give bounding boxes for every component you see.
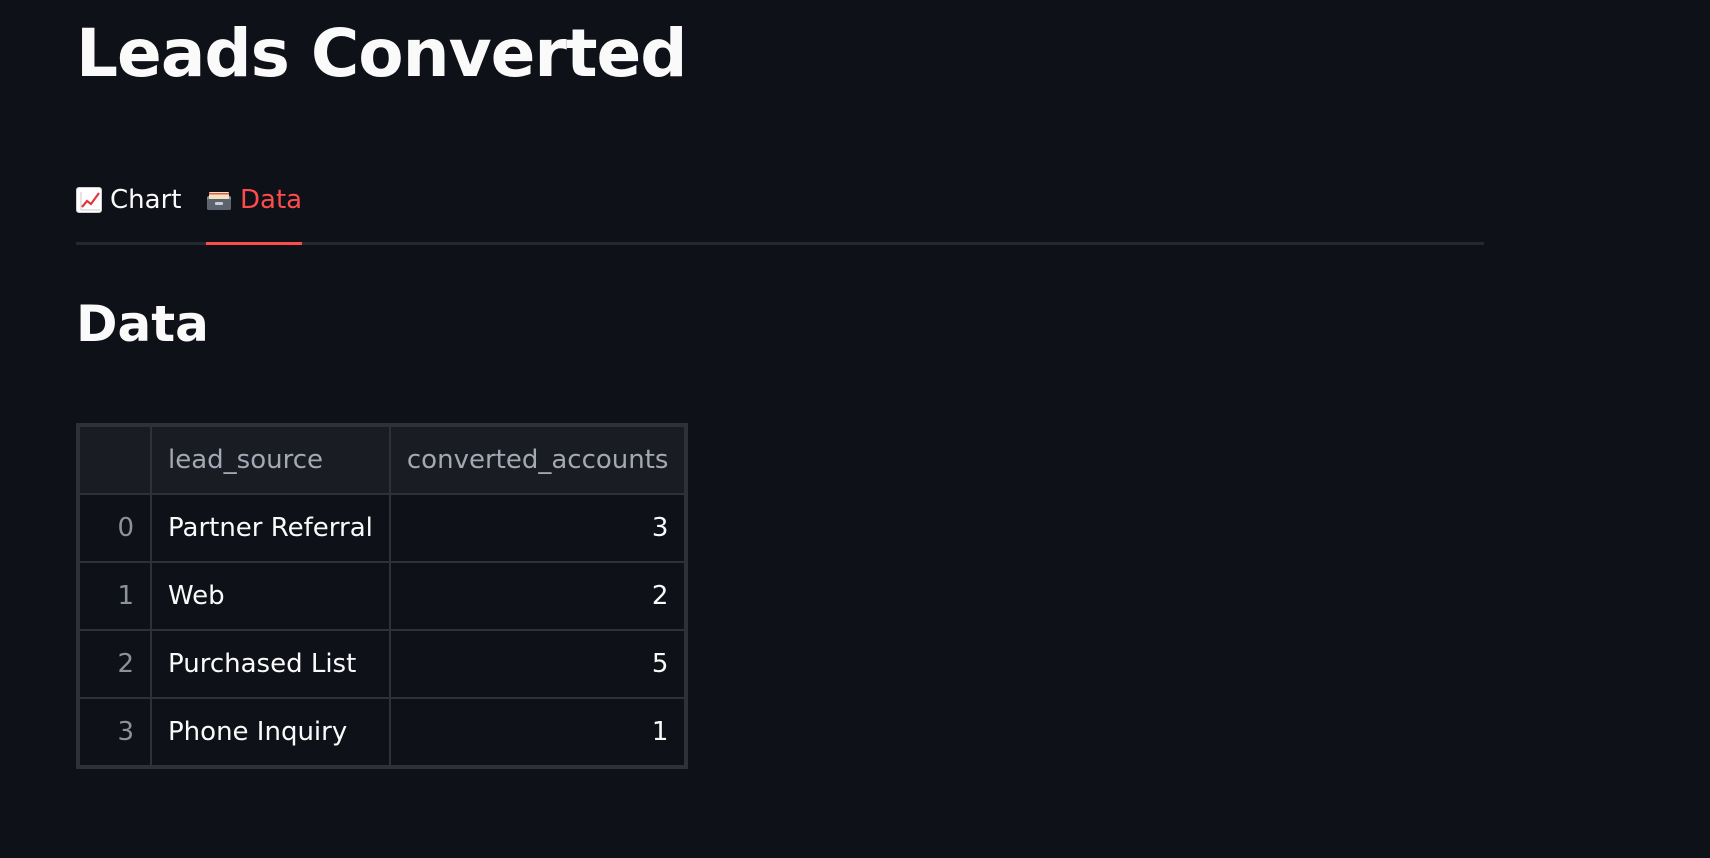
tab-bar: Chart Data xyxy=(76,170,1484,245)
lead-source-cell[interactable]: Phone Inquiry xyxy=(150,697,391,767)
row-index-cell[interactable]: 1 xyxy=(78,561,152,631)
section-title: Data xyxy=(76,295,209,353)
tab-chart-label: Chart xyxy=(110,185,182,215)
row-index-cell[interactable]: 0 xyxy=(78,493,152,563)
converted-accounts-cell[interactable]: 1 xyxy=(388,697,687,767)
column-header-converted-accounts[interactable]: converted_accounts xyxy=(388,425,687,495)
chart-increasing-icon xyxy=(76,187,102,213)
data-table-container[interactable]: lead_source converted_accounts 0 Partner… xyxy=(76,423,689,769)
index-column-header[interactable] xyxy=(78,425,152,495)
table-row: 2 Purchased List 5 xyxy=(78,629,687,699)
lead-source-cell[interactable]: Partner Referral xyxy=(150,493,391,563)
tab-data[interactable]: Data xyxy=(206,180,303,245)
lead-source-cell[interactable]: Web xyxy=(150,561,391,631)
table-row: 3 Phone Inquiry 1 xyxy=(78,697,687,767)
table-row: 0 Partner Referral 3 xyxy=(78,493,687,563)
table-row: 1 Web 2 xyxy=(78,561,687,631)
data-table: lead_source converted_accounts 0 Partner… xyxy=(78,425,687,767)
converted-accounts-cell[interactable]: 3 xyxy=(388,493,687,563)
converted-accounts-cell[interactable]: 2 xyxy=(388,561,687,631)
row-index-cell[interactable]: 2 xyxy=(78,629,152,699)
table-header-row: lead_source converted_accounts xyxy=(78,425,687,495)
page-title: Leads Converted xyxy=(76,15,688,92)
converted-accounts-cell[interactable]: 5 xyxy=(388,629,687,699)
tab-data-label: Data xyxy=(240,185,303,215)
tab-chart[interactable]: Chart xyxy=(76,180,181,242)
column-header-lead-source[interactable]: lead_source xyxy=(150,425,391,495)
lead-source-cell[interactable]: Purchased List xyxy=(150,629,391,699)
card-index-icon xyxy=(206,187,232,213)
row-index-cell[interactable]: 3 xyxy=(78,697,152,767)
app-page: Leads Converted Chart Data Data lead_sou… xyxy=(0,0,1710,858)
